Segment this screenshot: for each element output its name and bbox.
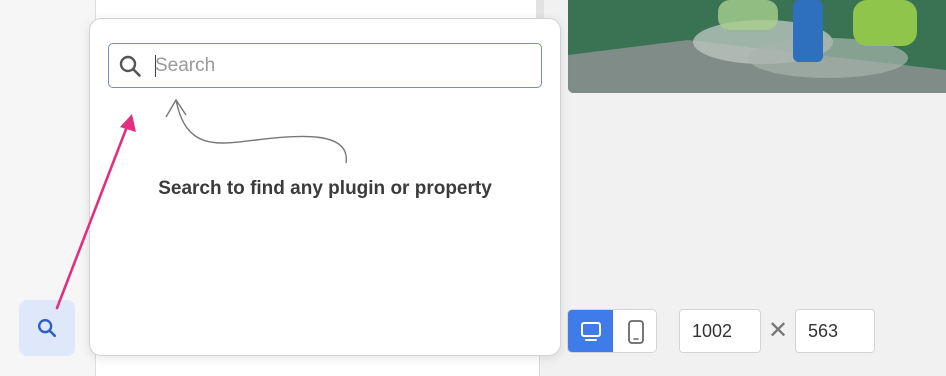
annotation-arrow-icon [55,114,136,310]
search-input[interactable] [155,50,533,82]
times-icon: ✕ [767,317,789,344]
desktop-view-button[interactable] [568,310,613,352]
desktop-icon [580,322,601,341]
mobile-icon [627,320,644,344]
search-icon [119,55,141,77]
preview-image [568,0,946,93]
mobile-view-button[interactable] [613,310,656,352]
device-toggle [567,309,657,353]
curved-arrow-icon [165,98,347,164]
search-field[interactable] [108,43,542,88]
viewport-width-input[interactable] [679,309,761,353]
panel-divider [536,0,544,20]
search-popover: Search to find any plugin or property [89,18,561,356]
search-icon [38,319,57,338]
viewport-height-input[interactable] [795,309,875,353]
text-caret [155,55,156,77]
search-hint-text: Search to find any plugin or property [158,178,492,199]
